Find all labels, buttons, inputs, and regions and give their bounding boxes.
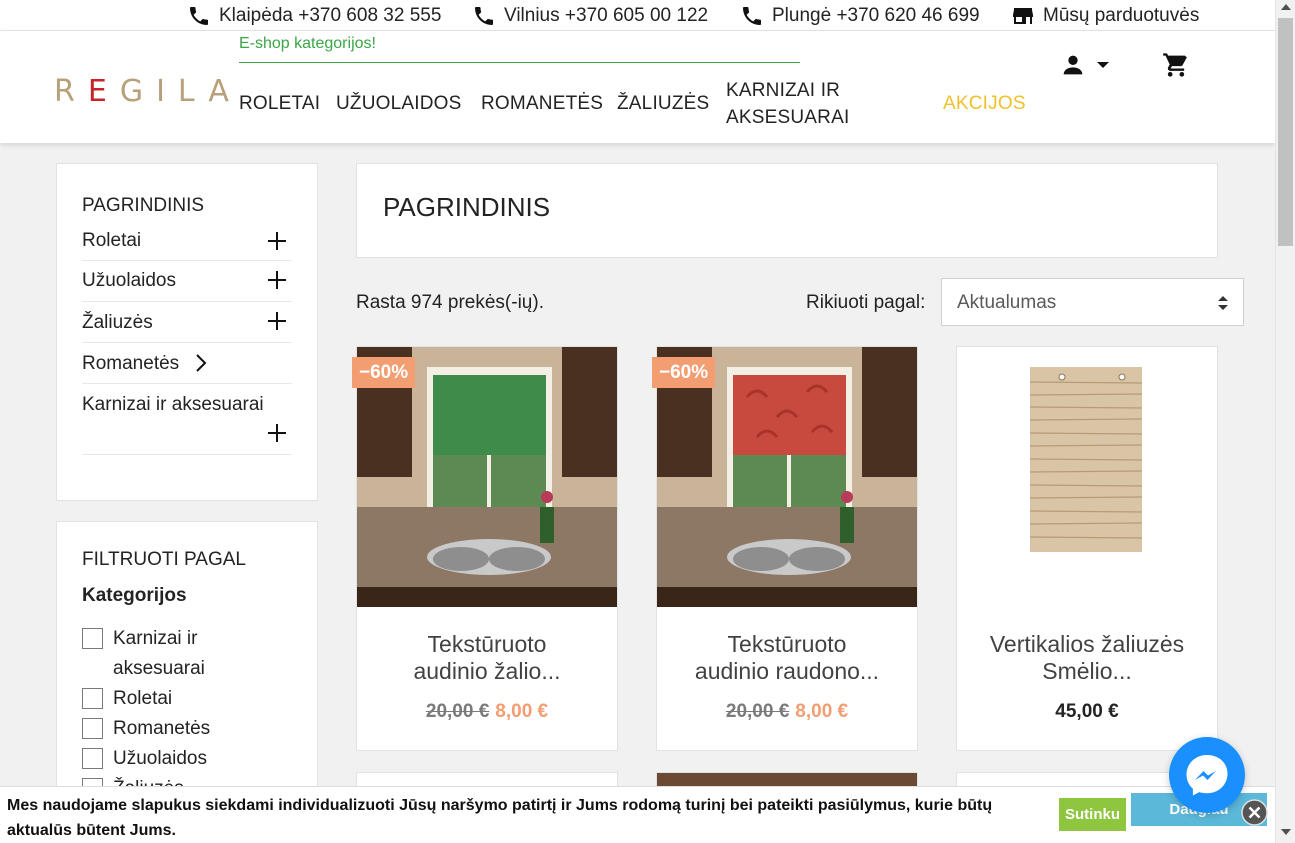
nav-karnizai-line2: AKSESUARAI (726, 107, 850, 128)
discount-badge: −60% (652, 357, 716, 388)
old-price: 20,00 € (425, 701, 490, 722)
filter-label: Karnizai ir (113, 628, 198, 649)
eshop-categories-link[interactable]: E-shop kategorijos! (239, 35, 800, 63)
nav-akcijos[interactable]: AKCIJOS (943, 93, 1026, 115)
category-tree: PAGRINDINIS Roletai Užuolaidos Žaliuzės … (56, 163, 318, 501)
account-menu[interactable] (1059, 51, 1110, 79)
sidebar-item-label: Roletai (82, 230, 142, 251)
messenger-chat-button[interactable] (1169, 737, 1245, 813)
old-price: 20,00 € (725, 701, 790, 722)
contact-bar: Klaipėda +370 608 32 555 Vilnius +370 60… (0, 0, 1275, 31)
product-card[interactable]: −60% Tekstūruoto audinio raudono... 20,0… (652, 346, 918, 751)
product-price: 20,00 €8,00 € (657, 701, 917, 723)
product-price: 20,00 €8,00 € (357, 701, 617, 723)
plus-icon[interactable] (266, 230, 288, 252)
filter-label: aksesuarai (113, 658, 205, 679)
filter-checkbox-karnizai[interactable] (82, 628, 103, 649)
results-count: Rasta 974 prekės(-ių). (356, 292, 544, 313)
contact-text: Klaipėda +370 608 32 555 (219, 5, 442, 26)
cookie-banner: Mes naudojame slapukus siekdami individu… (0, 786, 1275, 843)
cart-button[interactable] (1162, 51, 1190, 84)
page-scrollbar[interactable] (1275, 0, 1295, 843)
chevron-right-icon[interactable] (194, 353, 208, 373)
filter-checkbox-roletai[interactable] (82, 688, 103, 709)
category-tree-title: PAGRINDINIS (82, 195, 205, 216)
product-card[interactable]: Vertikalios žaliuzės Smėlio... 45,00 € (956, 346, 1218, 751)
scroll-up-arrow[interactable] (1281, 4, 1291, 10)
stores-text: Mūsų parduotuvės (1043, 5, 1200, 26)
nav-zaliuzes[interactable]: ŽALIUZĖS (617, 93, 709, 115)
filter-label: Romanetės (113, 718, 211, 739)
accept-cookies-button[interactable]: Sutinku (1059, 798, 1126, 831)
contact-text: Vilnius +370 605 00 122 (504, 5, 709, 26)
sort-arrows-icon (1218, 296, 1228, 310)
contact-plunge[interactable]: Plungė +370 620 46 699 (740, 4, 980, 28)
scroll-down-arrow[interactable] (1281, 829, 1291, 835)
product-name-line: Vertikalios žaliuzės (989, 631, 1185, 657)
store-icon (1013, 8, 1033, 24)
product-name-line: audinio raudono... (694, 658, 880, 684)
sidebar-item-roletai[interactable]: Roletai (82, 224, 292, 261)
sort-select[interactable]: Aktualumas (941, 278, 1244, 326)
filter-label: Roletai (113, 688, 173, 709)
cookie-text: Mes naudojame slapukus siekdami individu… (7, 797, 993, 839)
sidebar-item-zaliuzes[interactable]: Žaliuzės (82, 302, 292, 343)
product-image[interactable] (957, 347, 1217, 607)
nav-roletai[interactable]: ROLETAI (239, 93, 320, 115)
close-icon[interactable] (1241, 799, 1268, 826)
stores-link[interactable]: Mūsų parduotuvės (1011, 4, 1199, 28)
scroll-thumb[interactable] (1278, 18, 1293, 246)
contact-text: Plungė +370 620 46 699 (772, 5, 980, 26)
sidebar-item-label: Žaliuzės (82, 312, 153, 333)
sort-value: Aktualumas (957, 292, 1057, 313)
product-name[interactable]: Vertikalios žaliuzės Smėlio... (957, 631, 1217, 685)
page-title: PAGRINDINIS (383, 192, 551, 222)
plus-icon[interactable] (266, 310, 288, 332)
sidebar-item-uzuolaidos[interactable]: Užuolaidos (82, 261, 292, 302)
messenger-icon (1186, 755, 1228, 796)
filter-checkbox-uzuolaidos[interactable] (82, 748, 103, 769)
sidebar-item-label: Romanetės (82, 353, 180, 374)
plus-icon[interactable] (266, 422, 288, 444)
filter-panel: FILTRUOTI PAGAL Kategorijos Karnizai ir … (56, 521, 318, 801)
category-header: PAGRINDINIS (356, 163, 1218, 258)
product-name[interactable]: Tekstūruoto audinio raudono... (657, 631, 917, 685)
product-name-line: Tekstūruoto (427, 631, 547, 657)
site-header: REGILA E-shop kategorijos! ROLETAI UŽUOL… (0, 31, 1275, 143)
nav-uzuolaidos[interactable]: UŽUOLAIDOS (336, 93, 462, 115)
sidebar-item-label: Karnizai ir aksesuarai (82, 394, 264, 415)
caret-down-icon (1097, 62, 1109, 68)
contact-vilnius[interactable]: Vilnius +370 605 00 122 (472, 4, 708, 28)
sort-label: Rikiuoti pagal: (806, 292, 926, 313)
price: 45,00 € (1055, 701, 1119, 722)
sidebar-item-karnizai[interactable]: Karnizai ir aksesuarai (82, 384, 292, 455)
product-name[interactable]: Tekstūruoto audinio žalio... (357, 631, 617, 685)
product-name-line: Tekstūruoto (727, 631, 847, 657)
filter-group-title: Kategorijos (82, 585, 187, 606)
nav-romanetes[interactable]: ROMANETĖS (481, 93, 603, 115)
filter-checkbox-romanetes[interactable] (82, 718, 103, 739)
product-price: 45,00 € (957, 701, 1217, 723)
product-card[interactable]: −60% Tekstūruoto audinio žalio... 20,00 … (352, 346, 618, 751)
filter-panel-title: FILTRUOTI PAGAL (82, 549, 246, 570)
nav-karnizai[interactable]: KARNIZAI IR AKSESUARAI (726, 77, 849, 131)
cart-icon (1163, 53, 1187, 77)
sidebar-item-label: Užuolaidos (82, 270, 176, 291)
user-icon (1063, 55, 1083, 75)
sale-price: 8,00 € (495, 701, 549, 722)
nav-karnizai-line1: KARNIZAI IR (726, 80, 841, 101)
sale-price: 8,00 € (795, 701, 849, 722)
sidebar-item-romanetes[interactable]: Romanetės (82, 343, 292, 384)
logo[interactable]: REGILA (54, 74, 242, 109)
filter-label: Užuolaidos (113, 748, 207, 769)
product-name-line: Smėlio... (1042, 658, 1132, 684)
discount-badge: −60% (352, 357, 416, 388)
plus-icon[interactable] (266, 269, 288, 291)
phone-icon (190, 7, 208, 25)
contact-klaipeda[interactable]: Klaipėda +370 608 32 555 (187, 4, 441, 28)
phone-icon (743, 7, 761, 25)
product-name-line: audinio žalio... (413, 658, 561, 684)
phone-icon (475, 7, 493, 25)
